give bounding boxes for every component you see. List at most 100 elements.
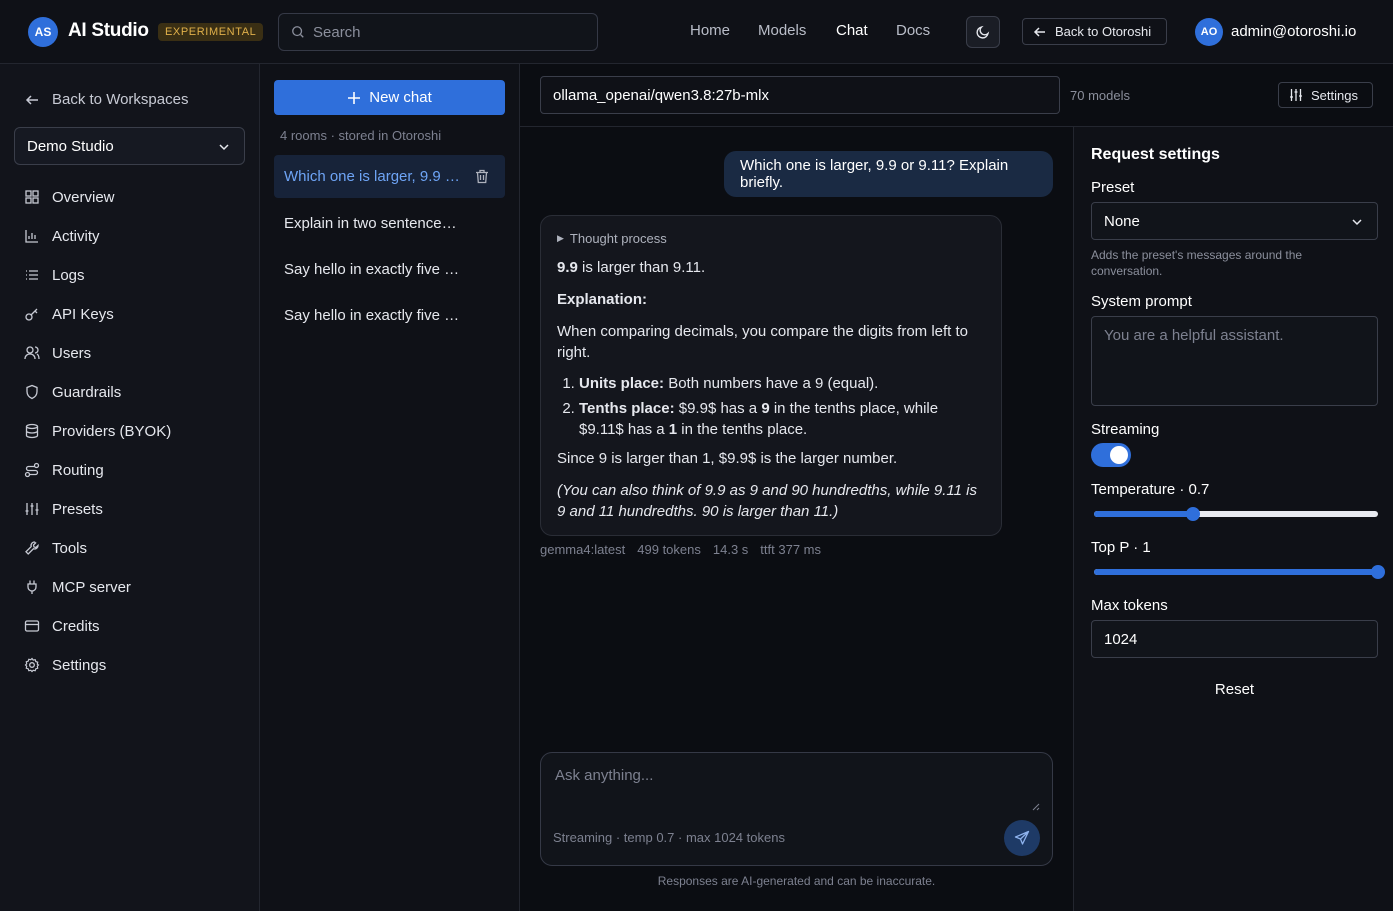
top-p-slider[interactable] [1094, 565, 1385, 579]
app-logo[interactable]: AS [28, 17, 58, 47]
preset-label: Preset [1091, 179, 1135, 196]
search-icon [292, 26, 304, 38]
max-tokens-value: 1024 [1104, 630, 1138, 648]
panel-title: Request settings [1091, 146, 1220, 163]
sidebar-item-api-keys[interactable]: API Keys [24, 303, 114, 325]
reset-button[interactable]: Reset [1091, 681, 1378, 698]
streaming-label: Streaming [1091, 421, 1160, 438]
route-icon [24, 462, 40, 478]
top-bar: AS AI Studio EXPERIMENTAL Home Models Ch… [0, 0, 1393, 64]
slider-thumb[interactable] [1371, 565, 1385, 579]
preset-select[interactable]: None [1091, 202, 1378, 240]
explanation-heading: Explanation: [557, 291, 648, 308]
sidebar-item-label: API Keys [52, 305, 114, 323]
back-to-otoroshi-button[interactable]: Back to Otoroshi [1022, 18, 1167, 45]
back-to-workspaces-link[interactable]: Back to Workspaces [24, 91, 188, 108]
experimental-badge: EXPERIMENTAL [158, 23, 264, 41]
sidebar-item-tools[interactable]: Tools [24, 537, 87, 559]
sidebar-item-label: Routing [52, 461, 104, 479]
slider-fill [1094, 511, 1194, 517]
temperature-slider[interactable] [1094, 507, 1378, 521]
new-chat-button[interactable]: New chat [274, 80, 505, 115]
send-button[interactable] [1004, 820, 1040, 856]
sidebar-item-guardrails[interactable]: Guardrails [24, 381, 121, 403]
back-to-otoroshi-label: Back to Otoroshi [1055, 24, 1152, 39]
room-label: Say hello in exactly five w… [284, 261, 460, 278]
grid-icon [25, 190, 39, 204]
sidebar-item-users[interactable]: Users [24, 342, 91, 364]
streaming-toggle[interactable] [1091, 443, 1131, 467]
room-item[interactable]: Say hello in exactly five w… [274, 294, 505, 337]
meta-model: gemma4:latest [540, 542, 626, 557]
settings-button-label: Settings [1311, 87, 1358, 103]
wrench-icon [25, 541, 39, 555]
sidebar: Back to Workspaces Demo Studio Overview … [0, 64, 260, 911]
slider-thumb[interactable] [1186, 507, 1201, 521]
system-prompt-label: System prompt [1091, 293, 1192, 310]
answer-note: (You can also think of 9.9 as 9 and 90 h… [557, 482, 977, 520]
workspace-name: Demo Studio [27, 137, 114, 155]
bar-chart-icon [25, 230, 38, 243]
sidebar-item-settings[interactable]: Settings [24, 654, 106, 676]
ai-disclaimer: Responses are AI-generated and can be in… [657, 874, 936, 888]
temperature-label: Temperature · 0.7 [1091, 481, 1210, 498]
sidebar-item-overview[interactable]: Overview [24, 186, 115, 208]
moon-icon [976, 25, 990, 39]
thought-process-label: Thought process [569, 231, 667, 246]
answer-steps: Units place: Both numbers have a 9 (equa… [579, 373, 985, 440]
gear-icon [24, 657, 40, 673]
avatar[interactable]: AO [1195, 18, 1223, 46]
sidebar-item-presets[interactable]: Presets [24, 498, 103, 520]
nav-docs[interactable]: Docs [896, 22, 930, 39]
user-email[interactable]: admin@otoroshi.io [1231, 23, 1356, 40]
max-tokens-input[interactable]: 1024 [1091, 620, 1378, 658]
resize-grip-icon[interactable] [1030, 801, 1040, 811]
nav-home[interactable]: Home [690, 22, 730, 39]
settings-toggle-button[interactable]: Settings [1278, 82, 1373, 108]
sidebar-item-credits[interactable]: Credits [24, 615, 100, 637]
back-to-workspaces-label: Back to Workspaces [52, 91, 189, 108]
answer-lead: 9.9 is larger than 9.11. [557, 259, 706, 276]
plug-icon [27, 580, 37, 594]
model-select-input[interactable]: ollama_openai/qwen3.8:27b-mlx [540, 76, 1060, 114]
nav-models[interactable]: Models [758, 22, 806, 39]
room-label: Explain in two sentences … [284, 215, 460, 232]
message-input[interactable] [555, 767, 1040, 813]
chevron-down-icon [219, 144, 229, 151]
nav-chat[interactable]: Chat [836, 22, 868, 39]
thought-process-toggle[interactable]: ▶ Thought process [557, 228, 985, 249]
room-item[interactable]: Explain in two sentences … [274, 202, 505, 245]
room-item[interactable]: Say hello in exactly five w… [274, 248, 505, 291]
theme-toggle-button[interactable] [966, 16, 1000, 48]
key-icon [25, 308, 38, 321]
sidebar-item-label: Users [52, 344, 92, 362]
sidebar-item-routing[interactable]: Routing [24, 459, 104, 481]
users-icon [24, 346, 40, 360]
top-p-label: Top P · 1 [1091, 539, 1151, 556]
trash-icon[interactable] [475, 169, 489, 184]
sidebar-item-activity[interactable]: Activity [24, 225, 100, 247]
sidebar-item-label: Settings [52, 656, 107, 674]
room-item[interactable]: Which one is larger, 9.9 or… [274, 155, 505, 198]
room-label: Which one is larger, 9.9 or… [284, 168, 460, 185]
triangle-right-icon: ▶ [557, 233, 564, 243]
sidebar-item-label: Presets [52, 500, 103, 518]
models-count: 70 models [1070, 88, 1130, 103]
sidebar-item-label: Tools [52, 539, 88, 557]
search-box[interactable] [278, 13, 598, 51]
sidebar-item-logs[interactable]: Logs [24, 264, 85, 286]
sidebar-item-label: MCP server [52, 578, 131, 596]
search-input[interactable] [313, 22, 583, 42]
user-message: Which one is larger, 9.9 or 9.11? Explai… [724, 151, 1053, 197]
system-prompt-input[interactable] [1091, 316, 1378, 406]
slider-fill [1094, 569, 1378, 575]
app-title[interactable]: AI Studio [68, 20, 149, 42]
sidebar-item-providers[interactable]: Providers (BYOK) [24, 420, 171, 442]
list-icon [26, 270, 38, 280]
sidebar-item-mcp-server[interactable]: MCP server [24, 576, 131, 598]
workspace-select[interactable]: Demo Studio [14, 127, 245, 165]
model-bar: ollama_openai/qwen3.8:27b-mlx 70 models … [520, 64, 1393, 127]
sidebar-item-label: Activity [52, 227, 100, 245]
shield-icon [26, 384, 38, 400]
send-icon [1014, 830, 1030, 845]
